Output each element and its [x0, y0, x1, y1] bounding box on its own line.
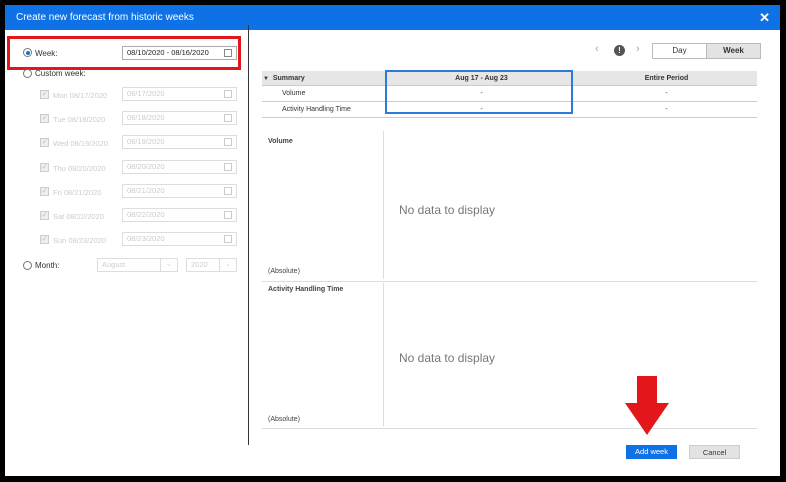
calendar-icon[interactable]: [224, 186, 232, 195]
chevron-down-icon: ⌄: [160, 259, 177, 271]
day-checkbox[interactable]: ✓: [40, 90, 49, 99]
entire-period-header: Entire Period: [576, 71, 757, 86]
day-date-field[interactable]: 08/20/2020: [122, 159, 237, 174]
week-date-field[interactable]: 08/10/2020 - 08/16/2020: [122, 46, 237, 60]
day-date-value: 08/18/2020: [127, 113, 165, 123]
next-arrow-icon[interactable]: ›: [636, 43, 640, 55]
month-select-value: August: [102, 260, 126, 269]
custom-week-radio[interactable]: [23, 69, 32, 78]
add-week-button[interactable]: Add week: [626, 445, 677, 459]
calendar-icon[interactable]: [224, 114, 232, 123]
panel-name: Volume: [268, 138, 293, 145]
aht-panel: Activity Handling Time (Absolute) No dat…: [262, 283, 757, 429]
day-checkbox[interactable]: ✓: [40, 211, 49, 220]
day-date-field[interactable]: 08/21/2020: [122, 183, 237, 198]
month-radio[interactable]: [23, 261, 32, 270]
toggle-week[interactable]: Week: [706, 43, 761, 59]
dialog-title: Create new forecast from historic weeks: [16, 12, 194, 23]
calendar-icon[interactable]: [224, 90, 232, 98]
calendar-icon[interactable]: [224, 49, 232, 57]
custom-week-label: Custom week:: [35, 69, 86, 78]
row-label: Activity Handling Time: [262, 101, 387, 118]
close-icon[interactable]: ✕: [759, 10, 770, 26]
day-label: Sat 08/22/2020: [53, 212, 104, 221]
chevron-down-icon: ⌄: [219, 259, 236, 271]
calendar-icon[interactable]: [224, 162, 232, 171]
panel-divider: [383, 131, 384, 279]
day-date-value: 08/22/2020: [127, 210, 165, 219]
calendar-icon[interactable]: [224, 235, 232, 244]
row-entire-value: -: [576, 101, 757, 118]
day-label: Mon 08/17/2020: [53, 91, 108, 100]
calendar-icon[interactable]: [224, 138, 232, 147]
day-date-field[interactable]: 08/23/2020: [122, 232, 237, 247]
week-radio[interactable]: [23, 48, 32, 57]
week-label: Week:: [35, 49, 58, 58]
day-checkbox[interactable]: ✓: [40, 162, 49, 172]
panel-empty-text: No data to display: [399, 351, 496, 365]
day-checkbox[interactable]: ✓: [40, 114, 49, 124]
panel-note: (Absolute): [268, 268, 300, 275]
day-date-value: 08/20/2020: [127, 161, 165, 171]
calendar-icon[interactable]: [224, 211, 232, 219]
panel-empty-text: No data to display: [399, 203, 496, 217]
day-date-value: 08/23/2020: [127, 234, 165, 244]
prev-arrow-icon[interactable]: ‹: [595, 43, 599, 55]
day-label: Thu 08/20/2020: [53, 163, 106, 173]
day-date-value: 08/21/2020: [127, 185, 165, 195]
day-date-value: 08/19/2020: [127, 137, 165, 147]
day-checkbox[interactable]: ✓: [40, 235, 49, 245]
day-label: Wed 08/19/2020: [53, 139, 108, 149]
cancel-button[interactable]: Cancel: [689, 445, 740, 459]
week-column-highlight: [385, 70, 573, 114]
month-select[interactable]: August ⌄: [97, 258, 178, 272]
toggle-day[interactable]: Day: [652, 43, 707, 59]
day-date-field[interactable]: 08/17/2020: [122, 87, 237, 101]
row-entire-value: -: [576, 85, 757, 102]
day-date-value: 08/17/2020: [127, 89, 165, 98]
day-date-field[interactable]: 08/19/2020: [122, 135, 237, 150]
red-arrow-icon: [625, 403, 669, 435]
day-date-field[interactable]: 08/18/2020: [122, 111, 237, 126]
summary-header[interactable]: ▼ Summary: [262, 71, 387, 86]
day-checkbox[interactable]: ✓: [40, 138, 49, 148]
red-arrow-shaft: [637, 376, 657, 404]
panel-name: Activity Handling Time: [268, 286, 344, 293]
day-label: Tue 08/18/2020: [53, 115, 106, 125]
day-label: Sun 08/23/2020: [53, 236, 106, 246]
panel-note: (Absolute): [268, 416, 300, 423]
year-select[interactable]: 2020 ⌄: [186, 258, 237, 272]
day-label: Fri 08/21/2020: [53, 187, 102, 197]
year-select-value: 2020: [191, 260, 208, 269]
info-icon[interactable]: !: [614, 45, 625, 56]
month-label: Month:: [35, 261, 60, 270]
week-date-value: 08/10/2020 - 08/16/2020: [127, 48, 209, 57]
day-checkbox[interactable]: ✓: [40, 186, 49, 196]
day-date-field[interactable]: 08/22/2020: [122, 208, 237, 222]
volume-panel: Volume (Absolute) No data to display: [262, 131, 757, 282]
panel-divider: [383, 283, 384, 426]
summary-header-label: Summary: [272, 74, 305, 82]
row-label: Volume: [262, 85, 387, 102]
